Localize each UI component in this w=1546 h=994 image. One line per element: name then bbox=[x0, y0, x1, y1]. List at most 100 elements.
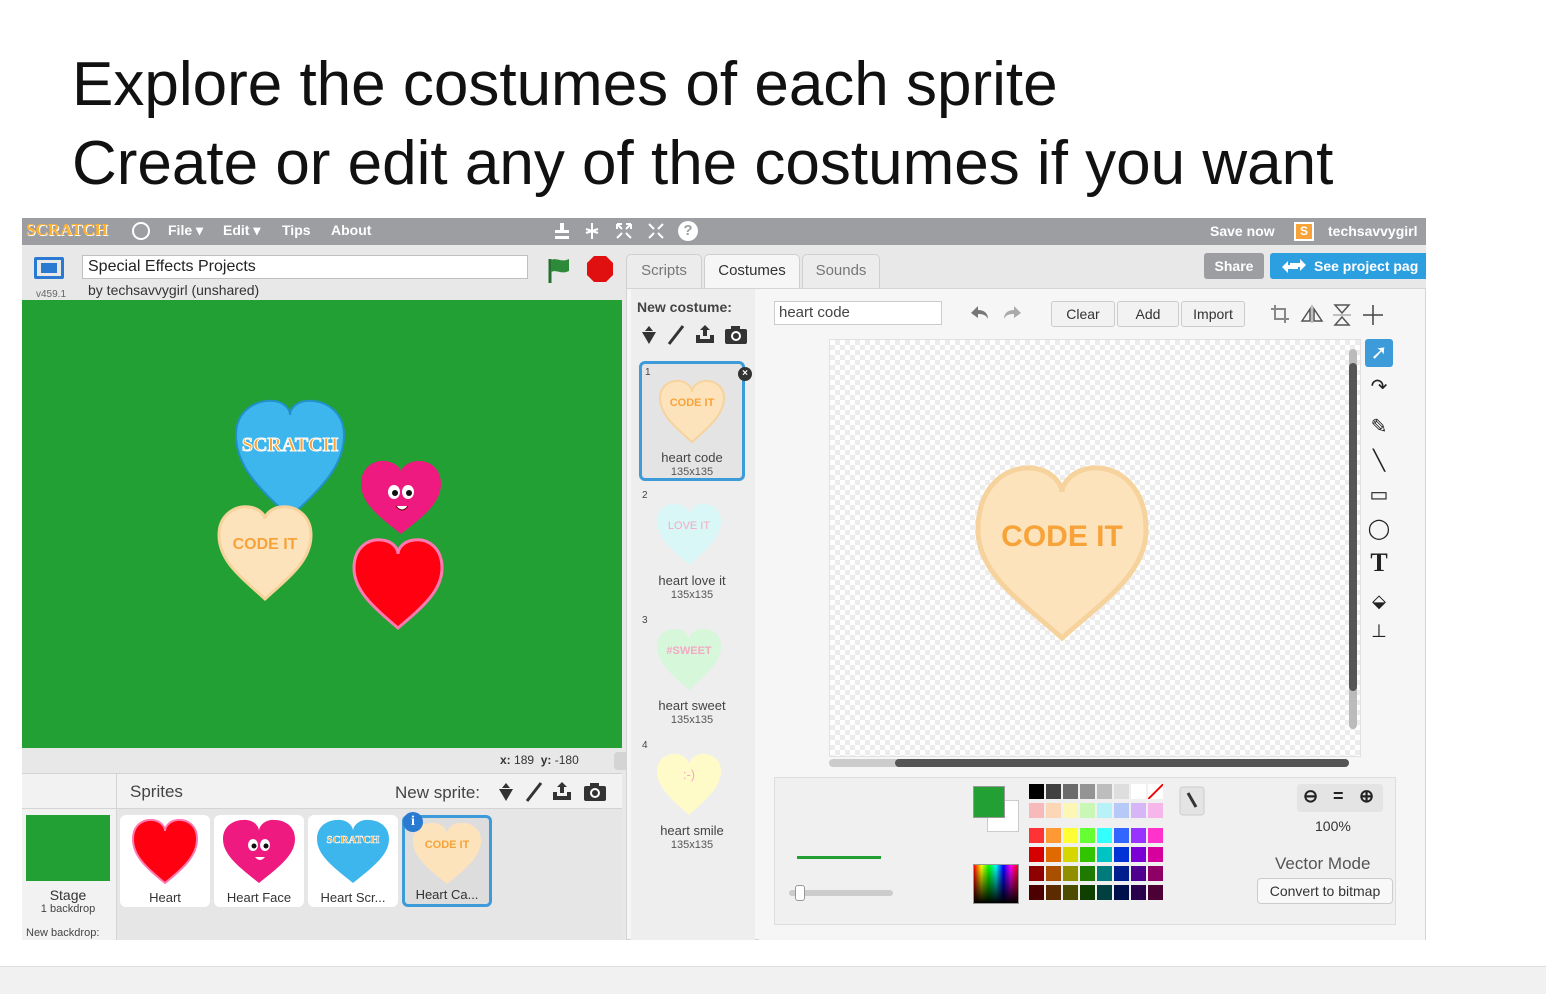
palette-swatch[interactable] bbox=[1131, 885, 1146, 900]
palette-swatch[interactable] bbox=[1046, 847, 1061, 862]
canvas-vertical-scrollbar[interactable] bbox=[1349, 349, 1357, 729]
eyedropper-icon[interactable] bbox=[1179, 786, 1205, 816]
globe-icon[interactable] bbox=[132, 222, 150, 240]
palette-swatch[interactable] bbox=[1063, 885, 1078, 900]
sprite-tile-heart[interactable]: Heart bbox=[120, 815, 210, 907]
palette-swatch[interactable] bbox=[1063, 803, 1078, 818]
menu-edit[interactable]: Edit ▾ bbox=[223, 222, 260, 239]
help-icon[interactable]: ? bbox=[678, 221, 698, 241]
paint-new-costume-icon[interactable] bbox=[665, 323, 687, 347]
color-palette[interactable] bbox=[1029, 784, 1169, 906]
palette-swatch[interactable] bbox=[1097, 828, 1112, 843]
palette-swatch[interactable] bbox=[1131, 866, 1146, 881]
pencil-tool-icon[interactable]: ✎ bbox=[1365, 413, 1393, 441]
palette-swatch[interactable] bbox=[1063, 866, 1078, 881]
palette-swatch[interactable] bbox=[1029, 847, 1044, 862]
palette-swatch[interactable] bbox=[1114, 885, 1129, 900]
palette-swatch[interactable] bbox=[1046, 803, 1061, 818]
project-title-input[interactable]: Special Effects Projects bbox=[82, 255, 528, 279]
stamp-tool-icon[interactable]: ⊥ bbox=[1365, 617, 1393, 645]
upload-sprite-icon[interactable] bbox=[550, 780, 574, 804]
palette-swatch[interactable] bbox=[1046, 885, 1061, 900]
undo-icon[interactable] bbox=[967, 303, 991, 325]
stop-sign-icon[interactable] bbox=[585, 254, 615, 284]
palette-swatch[interactable] bbox=[1080, 828, 1095, 843]
camera-costume-icon[interactable] bbox=[723, 323, 749, 347]
palette-swatch[interactable] bbox=[1097, 885, 1112, 900]
username[interactable]: techsavvygirl bbox=[1328, 223, 1418, 239]
palette-swatch[interactable] bbox=[1063, 828, 1078, 843]
palette-swatch[interactable] bbox=[1046, 866, 1061, 881]
sprite-tile-heart-scratch[interactable]: SCRATCH Heart Scr... bbox=[308, 815, 398, 907]
ellipse-tool-icon[interactable]: ◯ bbox=[1365, 515, 1393, 543]
palette-swatch[interactable] bbox=[1148, 866, 1163, 881]
fill-tool-icon[interactable]: ⬙ bbox=[1365, 587, 1393, 615]
palette-swatch[interactable] bbox=[1080, 847, 1095, 862]
convert-to-bitmap-button[interactable]: Convert to bitmap bbox=[1257, 878, 1393, 904]
palette-swatch[interactable] bbox=[1029, 784, 1044, 799]
palette-swatch[interactable] bbox=[1029, 885, 1044, 900]
tab-scripts[interactable]: Scripts bbox=[626, 254, 702, 288]
palette-swatch[interactable] bbox=[1148, 847, 1163, 862]
palette-swatch[interactable] bbox=[1131, 828, 1146, 843]
palette-swatch[interactable] bbox=[1148, 885, 1163, 900]
palette-swatch[interactable] bbox=[1029, 828, 1044, 843]
share-button[interactable]: Share bbox=[1204, 253, 1264, 279]
palette-swatch[interactable] bbox=[1080, 866, 1095, 881]
palette-swatch[interactable] bbox=[1097, 803, 1112, 818]
palette-swatch[interactable] bbox=[1097, 784, 1112, 799]
palette-swatch[interactable] bbox=[1029, 803, 1044, 818]
menu-file[interactable]: File ▾ bbox=[168, 222, 203, 239]
color-spectrum-picker[interactable] bbox=[973, 864, 1019, 904]
palette-swatch[interactable] bbox=[1063, 847, 1078, 862]
crop-icon[interactable] bbox=[1269, 303, 1291, 325]
palette-swatch[interactable] bbox=[1114, 828, 1129, 843]
tab-sounds[interactable]: Sounds bbox=[802, 254, 880, 288]
stroke-width-slider[interactable] bbox=[789, 885, 893, 901]
shrink-icon[interactable] bbox=[646, 221, 666, 241]
menu-tips[interactable]: Tips bbox=[282, 222, 311, 238]
palette-swatch[interactable] bbox=[1097, 866, 1112, 881]
costume-item-1[interactable]: 1 × CODE IT heart code 135x135 bbox=[639, 361, 752, 481]
cut-scissors-icon[interactable] bbox=[582, 221, 602, 241]
user-avatar[interactable]: S bbox=[1294, 222, 1314, 241]
stage-canvas[interactable]: SCRATCH CODE IT bbox=[22, 300, 622, 748]
costume-library-icon[interactable] bbox=[637, 323, 661, 347]
text-tool-icon[interactable]: T bbox=[1365, 549, 1393, 577]
palette-swatch[interactable] bbox=[1114, 847, 1129, 862]
stage-collapse-handle[interactable] bbox=[614, 752, 626, 770]
palette-swatch[interactable] bbox=[1131, 784, 1146, 799]
palette-swatch[interactable] bbox=[1131, 803, 1146, 818]
primary-color-swatch[interactable] bbox=[973, 786, 1005, 818]
add-button[interactable]: Add bbox=[1117, 301, 1179, 327]
palette-swatch[interactable] bbox=[1114, 803, 1129, 818]
rectangle-tool-icon[interactable]: ▭ bbox=[1365, 481, 1393, 509]
sprite-tile-heart-face[interactable]: Heart Face bbox=[214, 815, 304, 907]
sprite-library-icon[interactable] bbox=[494, 780, 518, 804]
costume-name-input[interactable]: heart code bbox=[774, 301, 942, 325]
line-tool-icon[interactable]: ╲ bbox=[1365, 447, 1393, 475]
redo-icon[interactable] bbox=[1001, 303, 1025, 325]
tab-costumes[interactable]: Costumes bbox=[704, 254, 800, 288]
palette-swatch[interactable] bbox=[1148, 803, 1163, 818]
save-now-link[interactable]: Save now bbox=[1210, 223, 1275, 239]
select-tool-icon[interactable]: ➚ bbox=[1365, 339, 1393, 367]
zoom-out-icon[interactable]: ⊖ bbox=[1303, 786, 1318, 807]
palette-swatch[interactable] bbox=[1029, 866, 1044, 881]
palette-swatch[interactable] bbox=[1148, 828, 1163, 843]
menu-about[interactable]: About bbox=[331, 222, 371, 238]
camera-sprite-icon[interactable] bbox=[582, 780, 608, 804]
flip-horizontal-icon[interactable] bbox=[1299, 303, 1325, 325]
costume-item-2[interactable]: 2 LOVE IT heart love it 135x135 bbox=[639, 487, 745, 607]
palette-swatch[interactable] bbox=[1114, 784, 1129, 799]
green-flag-icon[interactable] bbox=[544, 255, 574, 285]
palette-swatch[interactable] bbox=[1080, 803, 1095, 818]
upload-costume-icon[interactable] bbox=[693, 323, 717, 347]
palette-swatch[interactable] bbox=[1046, 784, 1061, 799]
palette-swatch[interactable] bbox=[1131, 847, 1146, 862]
palette-swatch[interactable] bbox=[1046, 828, 1061, 843]
sprite-info-icon[interactable]: i bbox=[403, 812, 423, 832]
canvas-horizontal-scrollbar[interactable] bbox=[829, 759, 1349, 767]
palette-swatch[interactable] bbox=[1148, 784, 1163, 799]
reshape-tool-icon[interactable]: ↷ bbox=[1365, 373, 1393, 401]
